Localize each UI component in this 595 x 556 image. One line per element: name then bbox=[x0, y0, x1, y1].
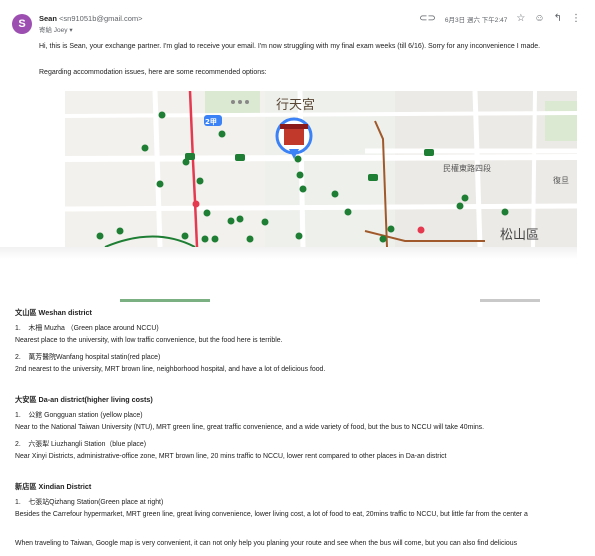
map-label-side: 復旦 bbox=[553, 175, 569, 185]
emoji-icon[interactable]: ☺ bbox=[534, 13, 544, 24]
list-number: 1. bbox=[15, 412, 21, 419]
district-heading-xindian: 新店區 Xindian District bbox=[15, 482, 92, 491]
recipient-line[interactable]: 寄給 Joey ▾ bbox=[39, 24, 73, 34]
list-number: 2. bbox=[15, 354, 21, 361]
label-icon[interactable]: ⊂⊃ bbox=[419, 13, 436, 24]
map-label-road: 民權東路四段 bbox=[443, 163, 491, 173]
greeting-text: Hi, this is Sean, your exchange partner.… bbox=[39, 43, 541, 50]
district-heading-wenshan: 文山區 Weshan district bbox=[15, 308, 92, 317]
reply-icon[interactable]: ↰ bbox=[554, 13, 562, 24]
map-strip-drawing bbox=[120, 299, 540, 302]
sender-line: Sean <sn91051b@gmail.com> bbox=[39, 14, 143, 23]
map-label-district: 松山區 bbox=[500, 228, 539, 243]
district-heading-daan: 大安區 Da-an district(higher living costs) bbox=[15, 395, 153, 404]
map-drawing: 行天宮 民權東路四段 松山區 2甲 復旦 bbox=[65, 91, 577, 247]
message-date: 6月3日 週六 下午2:47 bbox=[444, 16, 508, 24]
message-meta: ⊂⊃ 6月3日 週六 下午2:47 ☆ ☺ ↰ ⋮ bbox=[419, 13, 581, 24]
sender-name[interactable]: Sean bbox=[39, 14, 57, 23]
list-number: 2. bbox=[15, 441, 21, 448]
list-item-name: 六張犁 Liuzhangli Station（blue place) bbox=[28, 441, 147, 448]
list-item: 1. 木柵 Muzha （Green place around NCCU) bbox=[15, 322, 159, 332]
list-item-desc: Near to the National Taiwan University (… bbox=[15, 424, 485, 431]
list-number: 1. bbox=[15, 325, 21, 332]
list-item-desc: Besides the Carrefour hypermarket, MRT g… bbox=[15, 511, 528, 518]
sender-avatar[interactable]: S bbox=[12, 14, 32, 34]
list-item: 1. 七張站Qizhang Station(Green place at rig… bbox=[15, 496, 163, 506]
list-item-desc: Near Xinyi Districts, administrative-off… bbox=[15, 453, 447, 460]
map-image-bottom-strip bbox=[120, 294, 540, 302]
map-image[interactable]: 行天宮 民權東路四段 松山區 2甲 復旦 bbox=[65, 91, 577, 247]
star-icon[interactable]: ☆ bbox=[516, 13, 525, 24]
list-item-name: 七張站Qizhang Station(Green place at right) bbox=[28, 499, 164, 506]
more-options-icon[interactable]: ⋮ bbox=[571, 13, 581, 24]
closing-text: When traveling to Taiwan, Google map is … bbox=[15, 540, 518, 547]
intro-text: Regarding accommodation issues, here are… bbox=[39, 69, 267, 76]
list-item-name: 木柵 Muzha （Green place around NCCU) bbox=[28, 325, 159, 332]
list-item-desc: 2nd nearest to the university, MRT brown… bbox=[15, 366, 326, 373]
list-item-name: 公館 Gongguan station (yellow place) bbox=[28, 412, 143, 419]
list-item-desc: Nearest place to the university, with lo… bbox=[15, 337, 283, 344]
map-divider bbox=[0, 247, 577, 259]
email-header: S Sean <sn91051b@gmail.com> 寄給 Joey ▾ ⊂⊃… bbox=[0, 0, 595, 40]
list-item: 2. 六張犁 Liuzhangli Station（blue place) bbox=[15, 438, 146, 448]
list-number: 1. bbox=[15, 499, 21, 506]
list-item-name: 萬芳醫院Wanfang hospital statin(red place) bbox=[28, 354, 161, 361]
list-item: 2. 萬芳醫院Wanfang hospital statin(red place… bbox=[15, 351, 160, 361]
map-label-temple: 行天宮 bbox=[276, 97, 315, 113]
list-item: 1. 公館 Gongguan station (yellow place) bbox=[15, 409, 143, 419]
map-route-badge: 2甲 bbox=[205, 118, 217, 126]
sender-email: <sn91051b@gmail.com> bbox=[59, 14, 143, 23]
